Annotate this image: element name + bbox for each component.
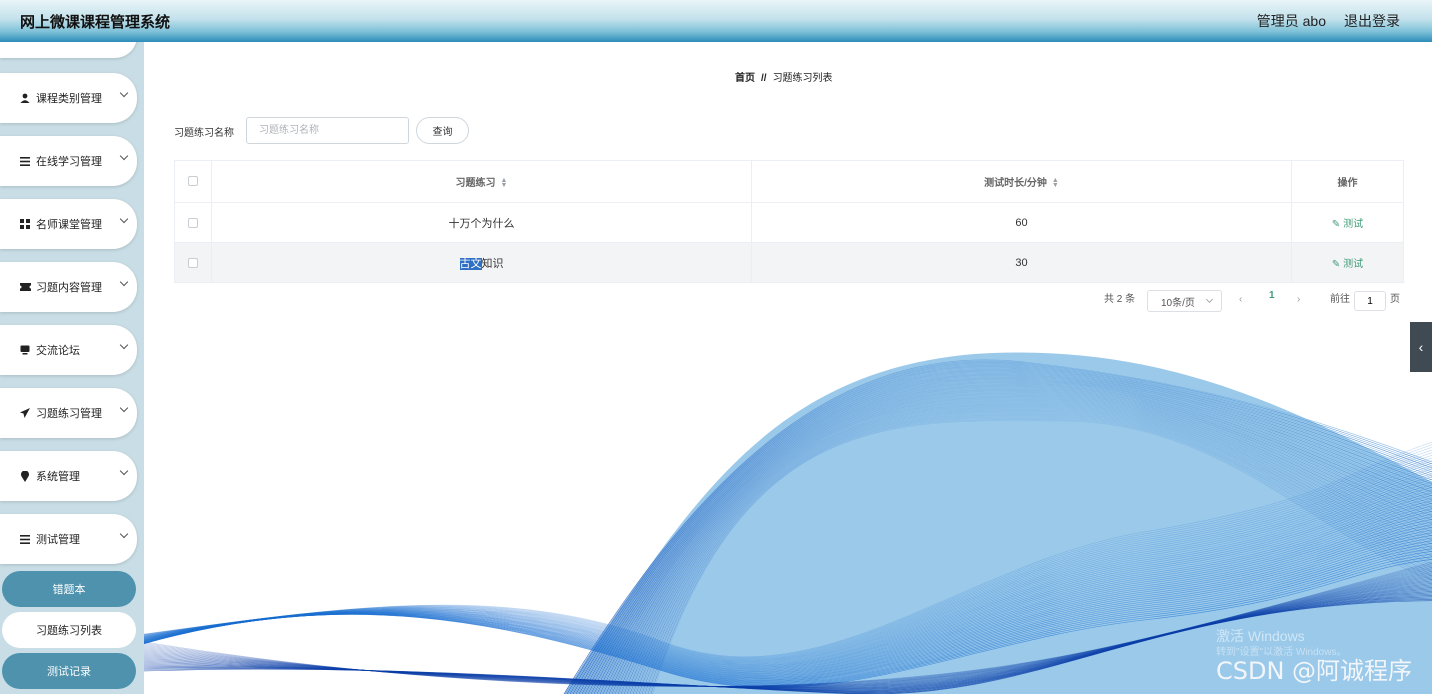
breadcrumb-home[interactable]: 首页 [735, 73, 755, 84]
user-icon [18, 93, 32, 103]
row-checkbox-cell[interactable] [174, 202, 212, 243]
action-cell: ✎ 测试 [1291, 202, 1404, 243]
submenu-exercise-list[interactable]: 习题练习列表 [2, 612, 136, 648]
goto-page-field[interactable] [1354, 291, 1386, 311]
sidebar: 课程类别管理 在线学习管理 名师课堂管理 习题内容管理 交流论坛 习题练习管理 … [0, 42, 144, 694]
sidebar-item-course-category[interactable]: 课程类别管理 [0, 73, 137, 123]
page-unit: 页 [1390, 294, 1400, 305]
exercise-duration: 60 [751, 202, 1292, 243]
exercise-table: 习题练习 ▲ ▼ 测试时长/分钟 ▲ ▼ 操作 十万个为什么 60 ✎ 测试 古文知识 … [174, 160, 1404, 283]
sidebar-item-label: 在线学习管理 [36, 156, 102, 168]
table-header-row: 习题练习 ▲ ▼ 测试时长/分钟 ▲ ▼ 操作 [174, 160, 1404, 203]
column-header-duration[interactable]: 测试时长/分钟 ▲ ▼ [751, 160, 1292, 203]
chevron-down-icon [119, 403, 129, 413]
breadcrumb-separator: // [761, 73, 767, 84]
sidebar-item-label: 课程类别管理 [36, 93, 102, 105]
action-cell: ✎ 测试 [1291, 242, 1404, 283]
chevron-down-icon [119, 529, 129, 539]
sort-icon[interactable]: ▲ ▼ [1052, 177, 1059, 189]
app-title: 网上微课课程管理系统 [20, 13, 171, 31]
chat-icon [18, 345, 32, 355]
sidebar-item-exercise-content[interactable]: 习题内容管理 [0, 262, 137, 312]
chevron-down-icon [119, 88, 129, 98]
grid-icon [18, 219, 32, 229]
sidebar-item-label: 名师课堂管理 [36, 219, 102, 231]
sidebar-item-label: 测试管理 [36, 534, 80, 546]
sort-icon[interactable]: ▲ ▼ [501, 177, 508, 189]
user-name[interactable]: 管理员 abo [1257, 11, 1326, 31]
top-header: 网上微课课程管理系统 管理员 abo 退出登录 [0, 0, 1432, 42]
sidebar-item-famous-teacher[interactable]: 名师课堂管理 [0, 199, 137, 249]
header-select-all[interactable] [174, 160, 212, 203]
edit-icon: ✎ [1331, 219, 1341, 230]
edit-icon: ✎ [1331, 259, 1341, 270]
sidebar-item-label: 习题内容管理 [36, 282, 102, 294]
exercise-name: 十万个为什么 [211, 202, 752, 243]
header-actions: 管理员 abo 退出登录 [1257, 11, 1400, 31]
search-button[interactable]: 查询 [416, 117, 469, 144]
next-page-icon[interactable]: › [1297, 294, 1300, 305]
page-size-select[interactable]: 10条/页 [1147, 290, 1222, 312]
chevron-down-icon [119, 151, 129, 161]
main-content: 首页 // 习题练习列表 习题练习名称 查询 习题练习▲▼ 测试时长/分钟▲▼ 操作… [144, 42, 1432, 694]
sidebar-item-label: 交流论坛 [36, 345, 80, 357]
chevron-down-icon [119, 277, 129, 287]
chevron-down-icon [119, 466, 129, 476]
table-row: 十万个为什么 60 ✎ 测试 [174, 202, 1404, 243]
pin-icon [18, 470, 32, 482]
goto-label: 前往 [1330, 294, 1350, 305]
exercise-name: 古文知识 [211, 242, 752, 283]
ticket-icon [18, 283, 32, 291]
sidebar-item-exercise-practice[interactable]: 习题练习管理 [0, 388, 137, 438]
sidebar-item-test[interactable]: 测试管理 [0, 514, 137, 564]
sidebar-item-label: 习题练习管理 [36, 408, 102, 420]
pagination-total: 共 2 条 [1104, 294, 1136, 305]
test-button[interactable]: ✎ 测试 [1332, 259, 1363, 270]
selected-text: 古文 [459, 257, 482, 270]
send-icon [18, 408, 32, 418]
table-row: 古文知识 30 ✎ 测试 [174, 242, 1404, 283]
column-header-exercise[interactable]: 习题练习 ▲ ▼ [211, 160, 752, 203]
goto-input[interactable] [1354, 291, 1386, 311]
sidebar-item-online-learning[interactable]: 在线学习管理 [0, 136, 137, 186]
test-button[interactable]: ✎ 测试 [1332, 219, 1363, 230]
row-checkbox[interactable] [188, 217, 198, 228]
list-icon [18, 534, 32, 544]
row-checkbox[interactable] [188, 257, 198, 268]
chevron-down-icon [1205, 295, 1214, 304]
prev-page-icon[interactable]: ‹ [1239, 294, 1242, 305]
logout-link[interactable]: 退出登录 [1344, 11, 1400, 31]
collapse-panel-button[interactable]: ‹ [1410, 322, 1432, 372]
chevron-down-icon [119, 340, 129, 350]
search-input[interactable] [246, 117, 409, 144]
breadcrumb: 首页 // 习题练习列表 [735, 69, 833, 84]
row-checkbox-cell[interactable] [174, 242, 212, 283]
exercise-duration: 30 [751, 242, 1292, 283]
current-page[interactable]: 1 [1269, 290, 1275, 301]
chevron-down-icon [119, 214, 129, 224]
sidebar-item-system[interactable]: 系统管理 [0, 451, 137, 501]
sidebar-item-forum[interactable]: 交流论坛 [0, 325, 137, 375]
submenu-test-records[interactable]: 测试记录 [2, 653, 136, 689]
csdn-watermark: CSDN @阿诚程序 [1216, 657, 1413, 685]
list-icon [18, 156, 32, 166]
column-header-action: 操作 [1291, 160, 1404, 203]
sidebar-item-label: 系统管理 [36, 471, 80, 483]
search-label: 习题练习名称 [174, 128, 234, 139]
sidebar-item-partial[interactable] [0, 42, 137, 58]
submenu-wrong-questions[interactable]: 错题本 [2, 571, 136, 607]
select-all-checkbox[interactable] [188, 176, 198, 187]
breadcrumb-current: 习题练习列表 [772, 73, 833, 84]
